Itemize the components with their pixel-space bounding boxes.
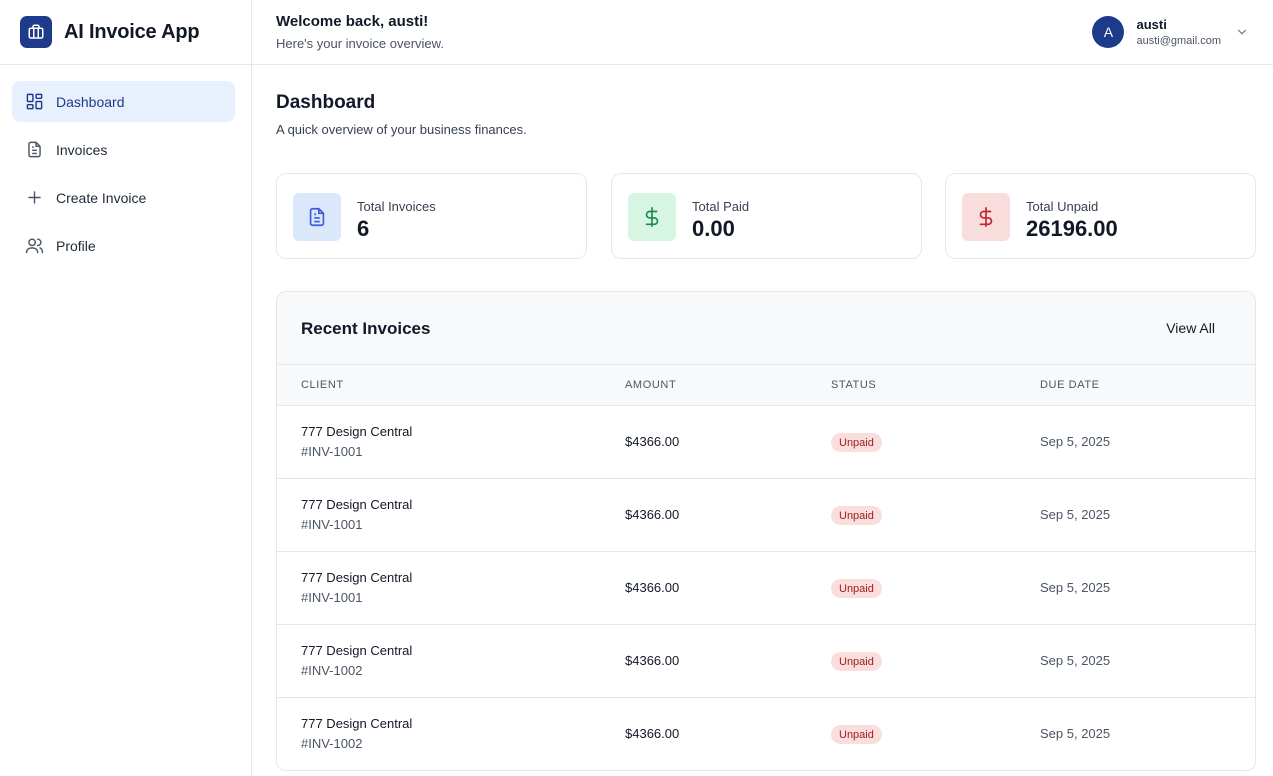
stat-card-total-invoices: Total Invoices 6 [276,173,587,259]
welcome-title: Welcome back, austi! [276,13,429,30]
column-header-amount: Amount [625,379,677,391]
column-header-status: Status [831,379,877,391]
invoice-number: #INV-1001 [301,590,363,605]
user-menu[interactable]: A austi austi@gmail.com [1092,16,1249,48]
table-row[interactable]: 777 Design Central #INV-1001 $4366.00 Un… [277,406,1255,479]
page-subtitle: A quick overview of your business financ… [276,122,527,137]
brand[interactable]: AI Invoice App [0,0,251,65]
dollar-icon [962,193,1010,241]
invoice-amount: $4366.00 [625,580,680,595]
sidebar-nav: Dashboard Invoices Create Invoice Profil… [0,65,251,266]
invoice-amount: $4366.00 [625,653,680,668]
user-info: austi austi@gmail.com [1136,17,1221,47]
stat-label: Total Unpaid [1026,199,1099,214]
avatar: A [1092,16,1125,48]
invoice-number: #INV-1001 [301,444,363,459]
due-date: Sep 5, 2025 [1040,434,1111,449]
due-date: Sep 5, 2025 [1040,726,1111,741]
column-header-due-date: Due Date [1040,379,1100,391]
due-date: Sep 5, 2025 [1040,580,1111,595]
column-header-client: Client [301,379,344,391]
sidebar-item-label: Invoices [56,141,108,158]
sidebar-item-profile[interactable]: Profile [12,225,235,266]
recent-invoices-title: Recent Invoices [301,319,431,338]
table-row[interactable]: 777 Design Central #INV-1001 $4366.00 Un… [277,552,1255,625]
due-date: Sep 5, 2025 [1040,507,1111,522]
top-header: Welcome back, austi! Here's your invoice… [252,0,1273,65]
invoice-number: #INV-1002 [301,736,363,751]
view-all-link[interactable]: View All [1166,320,1215,336]
stat-label: Total Paid [692,199,750,214]
stat-value: 6 [357,216,370,241]
invoice-number: #INV-1002 [301,663,363,678]
client-name: 777 Design Central [301,570,413,585]
user-email: austi@gmail.com [1136,35,1221,47]
client-name: 777 Design Central [301,643,413,658]
dollar-icon [628,193,676,241]
stat-value: 26196.00 [1026,216,1118,241]
sidebar-item-dashboard[interactable]: Dashboard [12,81,235,122]
status-badge: Unpaid [831,579,882,598]
app-title: AI Invoice App [64,20,200,43]
page-title: Dashboard [276,92,376,113]
table-header: Client Amount Status Due Date [277,365,1255,406]
invoice-amount: $4366.00 [625,507,680,522]
document-icon [24,140,44,160]
user-name: austi [1136,17,1167,32]
client-name: 777 Design Central [301,716,413,731]
client-name: 777 Design Central [301,497,413,512]
welcome-subtitle: Here's your invoice overview. [276,36,444,51]
recent-invoices-panel: Recent Invoices View All Client Amount S… [276,291,1256,771]
users-icon [24,236,44,256]
sidebar-item-label: Dashboard [56,93,125,110]
table-row[interactable]: 777 Design Central #INV-1002 $4366.00 Un… [277,625,1255,698]
table-body: 777 Design Central #INV-1001 $4366.00 Un… [277,406,1255,770]
invoice-number: #INV-1001 [301,517,363,532]
main-content: Dashboard A quick overview of your busin… [252,65,1273,776]
status-badge: Unpaid [831,433,882,452]
plus-icon [24,188,44,208]
client-name: 777 Design Central [301,424,413,439]
chevron-down-icon[interactable] [1235,25,1249,39]
status-badge: Unpaid [831,652,882,671]
dashboard-grid-icon [24,92,44,112]
document-icon [293,193,341,241]
stat-label: Total Invoices [357,199,436,214]
stat-value: 0.00 [692,216,735,241]
invoice-amount: $4366.00 [625,434,680,449]
due-date: Sep 5, 2025 [1040,653,1111,668]
table-row[interactable]: 777 Design Central #INV-1002 $4366.00 Un… [277,698,1255,770]
briefcase-icon [20,16,52,48]
table-row[interactable]: 777 Design Central #INV-1001 $4366.00 Un… [277,479,1255,552]
sidebar-item-label: Create Invoice [56,189,147,206]
sidebar: AI Invoice App Dashboard Invoices Create… [0,0,252,776]
status-badge: Unpaid [831,725,882,744]
invoice-amount: $4366.00 [625,726,680,741]
stat-card-total-paid: Total Paid 0.00 [611,173,922,259]
sidebar-item-label: Profile [56,237,96,254]
sidebar-item-create-invoice[interactable]: Create Invoice [12,177,235,218]
status-badge: Unpaid [831,506,882,525]
recent-invoices-header: Recent Invoices View All [277,292,1255,365]
stat-card-total-unpaid: Total Unpaid 26196.00 [945,173,1256,259]
sidebar-item-invoices[interactable]: Invoices [12,129,235,170]
